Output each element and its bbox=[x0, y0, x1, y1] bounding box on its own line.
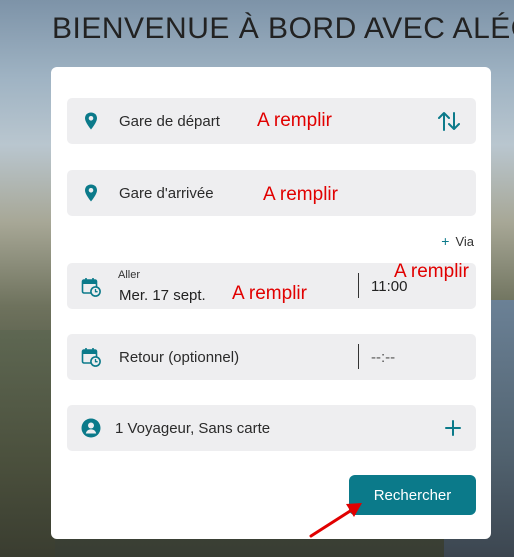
user-icon bbox=[81, 418, 101, 438]
background-shore bbox=[0, 330, 55, 557]
return-date-placeholder: Retour (optionnel) bbox=[119, 349, 240, 366]
date-time-separator bbox=[358, 273, 359, 298]
outbound-label: Aller bbox=[118, 269, 141, 281]
plus-icon: + bbox=[441, 233, 450, 249]
location-pin-icon bbox=[85, 112, 97, 130]
via-label: Via bbox=[455, 234, 474, 249]
page-title: BIENVENUE À BORD AVEC ALÉO bbox=[52, 12, 514, 45]
annotation-arrival: A remplir bbox=[263, 184, 338, 205]
search-button[interactable]: Rechercher bbox=[349, 475, 476, 515]
departure-station-placeholder: Gare de départ bbox=[119, 113, 220, 130]
location-pin-icon bbox=[85, 184, 97, 202]
add-via-link[interactable]: + Via bbox=[441, 233, 474, 249]
passengers-label: 1 Voyageur, Sans carte bbox=[115, 420, 271, 437]
swap-arrows-icon[interactable] bbox=[436, 110, 462, 132]
annotation-time: A remplir bbox=[394, 261, 469, 282]
annotation-departure: A remplir bbox=[257, 110, 332, 131]
calendar-clock-icon bbox=[81, 348, 101, 367]
annotation-arrow-icon bbox=[309, 503, 362, 538]
date-time-separator bbox=[358, 344, 359, 369]
arrival-station-placeholder: Gare d'arrivée bbox=[119, 185, 214, 202]
outbound-date-value: Mer. 17 sept. bbox=[119, 287, 206, 304]
annotation-date: A remplir bbox=[232, 283, 307, 304]
return-date-field[interactable]: Retour (optionnel) --:-- bbox=[67, 334, 476, 380]
calendar-clock-icon bbox=[81, 278, 101, 297]
passengers-field[interactable]: 1 Voyageur, Sans carte bbox=[67, 405, 476, 451]
return-time-placeholder[interactable]: --:-- bbox=[371, 349, 395, 366]
plus-icon[interactable] bbox=[444, 418, 462, 438]
